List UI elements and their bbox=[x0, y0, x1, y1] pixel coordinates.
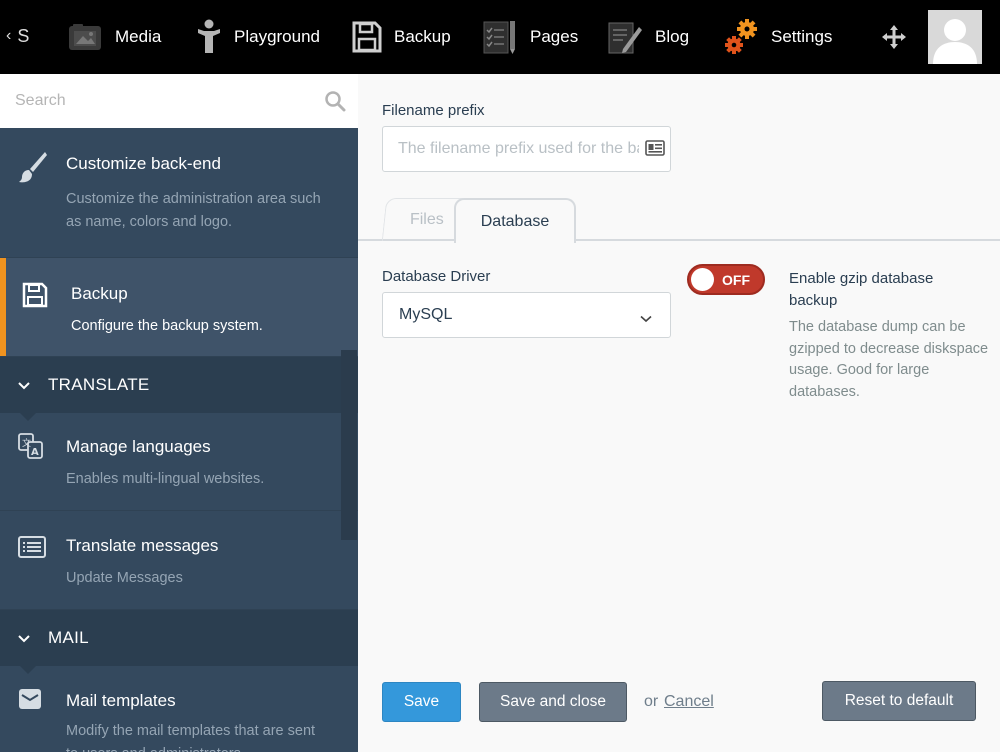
pages-icon bbox=[482, 19, 518, 55]
sidebar-item-description: Enables multi-lingual websites. bbox=[66, 471, 265, 487]
gzip-description: The database dump can be gzipped to decr… bbox=[789, 319, 989, 400]
tab-label: Files bbox=[410, 211, 444, 228]
sidebar-item-title: Customize back-end bbox=[66, 154, 221, 173]
sidebar-item-title: Manage languages bbox=[66, 437, 211, 456]
sidebar-item-description: Modify the mail templates that are sent … bbox=[66, 723, 316, 752]
save-and-close-button[interactable]: Save and close bbox=[479, 682, 627, 722]
sidebar-item-translate-messages[interactable]: Translate messages Update Messages bbox=[0, 511, 358, 610]
nav-item-label: Media bbox=[115, 27, 162, 46]
nav-back-button[interactable]: ‹ S bbox=[6, 24, 29, 48]
toggle-state: OFF bbox=[722, 272, 750, 288]
sidebar-section-translate[interactable]: TRANSLATE bbox=[0, 357, 358, 421]
nav-item-pages[interactable]: Pages bbox=[482, 18, 578, 56]
language-icon: 文 A bbox=[18, 433, 44, 466]
reset-to-default-button[interactable]: Reset to default bbox=[822, 681, 976, 721]
active-indicator bbox=[0, 258, 6, 356]
chevron-left-icon: ‹ bbox=[6, 27, 12, 44]
envelope-icon bbox=[18, 688, 42, 715]
chevron-down-icon bbox=[640, 310, 652, 328]
database-driver-select[interactable]: MySQL bbox=[382, 292, 671, 338]
nav-item-label: Backup bbox=[394, 27, 451, 46]
filename-prefix-field bbox=[382, 126, 671, 172]
nav-item-label: Settings bbox=[771, 27, 833, 46]
search-icon[interactable] bbox=[324, 90, 346, 117]
nav-item-media[interactable]: Media bbox=[67, 18, 161, 56]
save-button[interactable]: Save bbox=[382, 682, 461, 722]
sidebar-item-description: Customize the administration area such a… bbox=[66, 191, 321, 230]
list-icon bbox=[18, 536, 46, 563]
nav-item-settings[interactable]: Settings bbox=[723, 18, 832, 56]
filename-prefix-label: Filename prefix bbox=[382, 102, 485, 119]
nav-item-label: Blog bbox=[655, 27, 690, 46]
chevron-down-icon bbox=[17, 378, 31, 396]
select-value: MySQL bbox=[399, 306, 453, 323]
nav-back-label: S bbox=[17, 25, 30, 46]
or-text: or bbox=[644, 693, 659, 710]
sidebar-scrollbar[interactable] bbox=[341, 350, 357, 540]
top-navigation-bar: ‹ S Media Playground Backup Pages Blog S… bbox=[0, 0, 1000, 74]
filename-prefix-input[interactable] bbox=[383, 127, 639, 171]
gzip-title: Enable gzip database backup bbox=[789, 270, 934, 309]
nav-item-blog[interactable]: Blog bbox=[607, 18, 689, 56]
move-icon[interactable] bbox=[881, 24, 907, 55]
tab-label: Database bbox=[480, 212, 550, 230]
database-driver-label: Database Driver bbox=[382, 268, 491, 285]
nav-item-label: Pages bbox=[530, 27, 579, 46]
floppy-icon bbox=[22, 282, 48, 313]
user-avatar[interactable] bbox=[928, 10, 982, 64]
sidebar-item-customize-backend[interactable]: Customize back-end Customize the adminis… bbox=[0, 128, 358, 258]
media-icon bbox=[67, 22, 103, 52]
svg-text:文: 文 bbox=[22, 437, 31, 449]
cancel-link[interactable]: Cancel bbox=[664, 693, 714, 711]
user-silhouette-icon bbox=[933, 19, 977, 64]
nav-item-label: Playground bbox=[234, 27, 321, 46]
toggle-knob bbox=[691, 268, 714, 291]
sidebar-item-backup[interactable]: Backup Configure the backup system. bbox=[0, 258, 358, 357]
blog-icon bbox=[607, 19, 643, 55]
sidebar-section-label: TRANSLATE bbox=[48, 375, 150, 394]
floppy-icon bbox=[352, 21, 382, 53]
id-card-icon bbox=[645, 140, 665, 161]
chevron-down-icon bbox=[17, 631, 31, 649]
backup-settings-form: Filename prefix Files Database Database … bbox=[358, 74, 1000, 752]
sidebar-item-manage-languages[interactable]: 文 A Manage languages Enables multi-lingu… bbox=[0, 413, 358, 511]
sidebar-section-label: MAIL bbox=[48, 628, 89, 647]
brush-icon bbox=[18, 150, 48, 189]
sidebar-item-description: Update Messages bbox=[66, 570, 183, 586]
sidebar-item-mail-templates[interactable]: Mail templates Modify the mail templates… bbox=[0, 666, 358, 752]
svg-text:A: A bbox=[31, 447, 39, 458]
sidebar-section-mail[interactable]: MAIL bbox=[0, 610, 358, 674]
sidebar-item-title: Backup bbox=[71, 284, 128, 303]
gzip-toggle[interactable]: OFF bbox=[687, 264, 765, 295]
sidebar-item-description: Configure the backup system. bbox=[71, 318, 263, 334]
tab-database[interactable]: Database bbox=[454, 198, 576, 243]
nav-item-playground[interactable]: Playground bbox=[196, 18, 320, 56]
settings-sidebar: Customize back-end Customize the adminis… bbox=[0, 74, 358, 752]
sidebar-search-input[interactable] bbox=[0, 74, 320, 128]
sidebar-item-title: Translate messages bbox=[66, 536, 219, 555]
sidebar-search bbox=[0, 74, 358, 128]
playground-icon bbox=[196, 19, 222, 55]
sidebar-item-title: Mail templates bbox=[66, 691, 176, 710]
nav-item-backup[interactable]: Backup bbox=[352, 18, 451, 56]
gears-icon bbox=[723, 18, 759, 56]
